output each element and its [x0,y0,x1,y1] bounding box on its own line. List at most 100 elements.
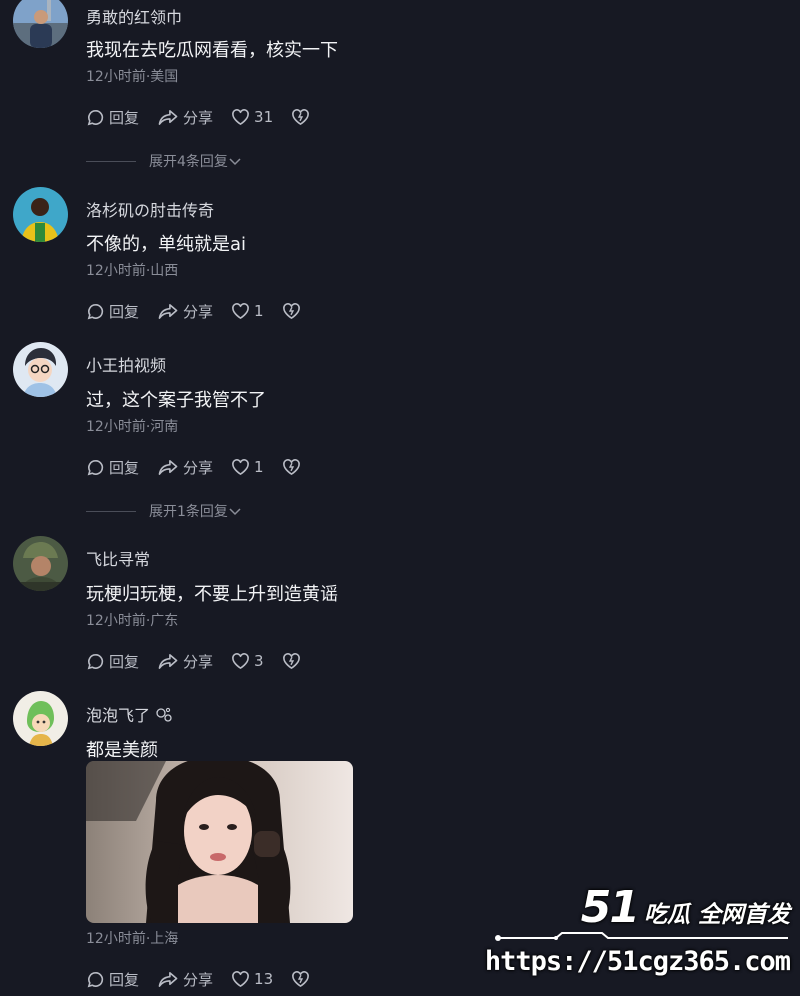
location: 山西 [150,263,179,279]
comment-actions: 回复 分享 1 [86,457,305,477]
comment-text: 不像的，单纯就是ai [86,234,247,255]
expand-replies[interactable]: 展开1条回复 [86,501,242,521]
like-count: 31 [254,108,274,126]
like-button[interactable]: 3 [231,652,264,670]
reply-button[interactable]: 回复 [86,651,139,672]
dislike-button[interactable] [282,458,305,476]
reply-label: 回复 [109,302,140,321]
location: 美国 [150,69,179,85]
share-button[interactable]: 分享 [157,969,213,990]
heart-icon [232,971,249,987]
share-icon [158,109,178,125]
reply-button[interactable]: 回复 [86,457,139,478]
avatar[interactable] [13,0,68,48]
heart-icon [232,303,249,319]
heart-icon [232,653,249,669]
timestamp: 12小时前 [86,69,146,85]
share-button[interactable]: 分享 [157,107,213,128]
like-button[interactable]: 1 [231,302,264,320]
dislike-button[interactable] [282,302,305,320]
reply-button[interactable]: 回复 [86,969,139,990]
divider [86,160,136,162]
watermark: 51 吃瓜 全网首发 https://51cgz365.com [485,880,791,990]
watermark-brand: 51 吃瓜 全网首发 [581,882,790,933]
broken-heart-icon [282,303,300,319]
like-count: 1 [254,302,264,320]
comment-meta: 12小时前·河南 [86,416,178,436]
reply-label: 回复 [109,458,140,477]
dislike-button[interactable] [291,108,314,126]
like-count: 13 [254,970,274,988]
username[interactable]: 泡泡飞了 [86,702,173,726]
like-count: 3 [254,652,264,670]
watermark-text: 吃瓜 全网首发 [643,902,790,928]
reply-label: 回复 [109,970,140,989]
comment-meta: 12小时前·上海 [86,928,178,948]
avatar[interactable] [13,342,68,397]
watermark-number: 51 [580,882,640,933]
share-icon [158,303,178,319]
dislike-button[interactable] [291,970,314,988]
reply-icon [87,653,104,669]
like-button[interactable]: 1 [231,458,264,476]
dislike-button[interactable] [282,652,305,670]
avatar[interactable] [13,536,68,591]
share-icon [158,653,178,669]
like-count: 1 [254,458,264,476]
avatar[interactable] [13,691,68,746]
reply-button[interactable]: 回复 [86,107,139,128]
comment-text: 都是美颜 [86,740,158,761]
broken-heart-icon [292,109,310,125]
reply-icon [87,109,104,125]
share-button[interactable]: 分享 [157,457,213,478]
reply-label: 回复 [109,652,140,671]
bubbles-icon [156,707,172,722]
avatar[interactable] [13,187,68,242]
username[interactable]: 小王拍视频 [86,352,166,376]
share-label: 分享 [183,652,214,671]
reply-label: 回复 [109,108,140,127]
watermark-url: https://51cgz365.com [484,946,791,977]
circuit-lines-icon [495,932,788,941]
comment-meta: 12小时前·美国 [86,66,178,86]
like-button[interactable]: 31 [231,108,273,126]
location: 河南 [150,419,179,435]
timestamp: 12小时前 [86,613,146,629]
comment-actions: 回复 分享 3 [86,651,305,671]
comment-meta: 12小时前·广东 [86,610,178,630]
comment-text: 我现在去吃瓜网看看，核实一下 [86,40,338,61]
share-icon [158,459,178,475]
broken-heart-icon [282,459,300,475]
like-button[interactable]: 13 [231,970,273,988]
comment-image[interactable] [86,761,353,923]
username-text: 泡泡飞了 [86,706,151,725]
comment-actions: 回复 分享 31 [86,107,314,127]
comment-actions: 回复 分享 1 [86,301,305,321]
share-label: 分享 [183,108,214,127]
reply-button[interactable]: 回复 [86,301,139,322]
divider [86,510,136,512]
expand-replies-label: 展开1条回复 [149,504,228,520]
chevron-down-icon [229,508,241,516]
share-label: 分享 [183,458,214,477]
heart-icon [232,459,249,475]
share-button[interactable]: 分享 [157,301,213,322]
broken-heart-icon [292,971,310,987]
location: 广东 [150,613,179,629]
username[interactable]: 勇敢的红领巾 [86,4,182,28]
share-label: 分享 [183,970,214,989]
heart-icon [232,109,249,125]
username[interactable]: 飞比寻常 [86,546,150,570]
broken-heart-icon [282,653,300,669]
chevron-down-icon [229,158,241,166]
expand-replies[interactable]: 展开4条回复 [86,151,242,171]
reply-icon [87,971,104,987]
username[interactable]: 洛杉矶の肘击传奇 [86,197,214,221]
expand-replies-label: 展开4条回复 [149,154,228,170]
share-button[interactable]: 分享 [157,651,213,672]
reply-icon [87,303,104,319]
comment-actions: 回复 分享 13 [86,969,314,989]
comment-text: 过，这个案子我管不了 [86,390,266,411]
comment-text: 玩梗归玩梗，不要上升到造黄谣 [86,584,338,605]
timestamp: 12小时前 [86,419,146,435]
